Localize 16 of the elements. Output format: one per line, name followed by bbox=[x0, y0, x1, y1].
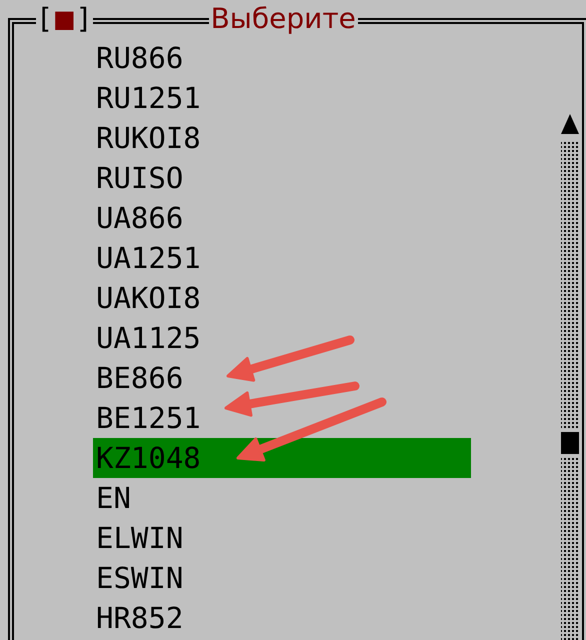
list-item[interactable]: UAKOI8 bbox=[93, 278, 471, 318]
list-item[interactable]: ELWIN bbox=[93, 518, 471, 558]
list-item[interactable]: UA866 bbox=[93, 198, 471, 238]
list-item[interactable]: RUISO bbox=[93, 158, 471, 198]
list-item[interactable]: KZ1048 bbox=[93, 438, 471, 478]
list-item[interactable]: ESWIN bbox=[93, 558, 471, 598]
list-item[interactable]: EN bbox=[93, 478, 471, 518]
list-item[interactable]: UA1125 bbox=[93, 318, 471, 358]
list-item[interactable]: BE1251 bbox=[93, 398, 471, 438]
list-item[interactable]: RUKOI8 bbox=[93, 118, 471, 158]
list-item[interactable]: HR852 bbox=[93, 598, 471, 638]
scrollbar[interactable] bbox=[560, 114, 580, 640]
list-item[interactable]: RU1251 bbox=[93, 78, 471, 118]
list-item[interactable]: BE866 bbox=[93, 358, 471, 398]
list-item[interactable]: UA1251 bbox=[93, 238, 471, 278]
list-item[interactable]: RU866 bbox=[93, 38, 471, 78]
